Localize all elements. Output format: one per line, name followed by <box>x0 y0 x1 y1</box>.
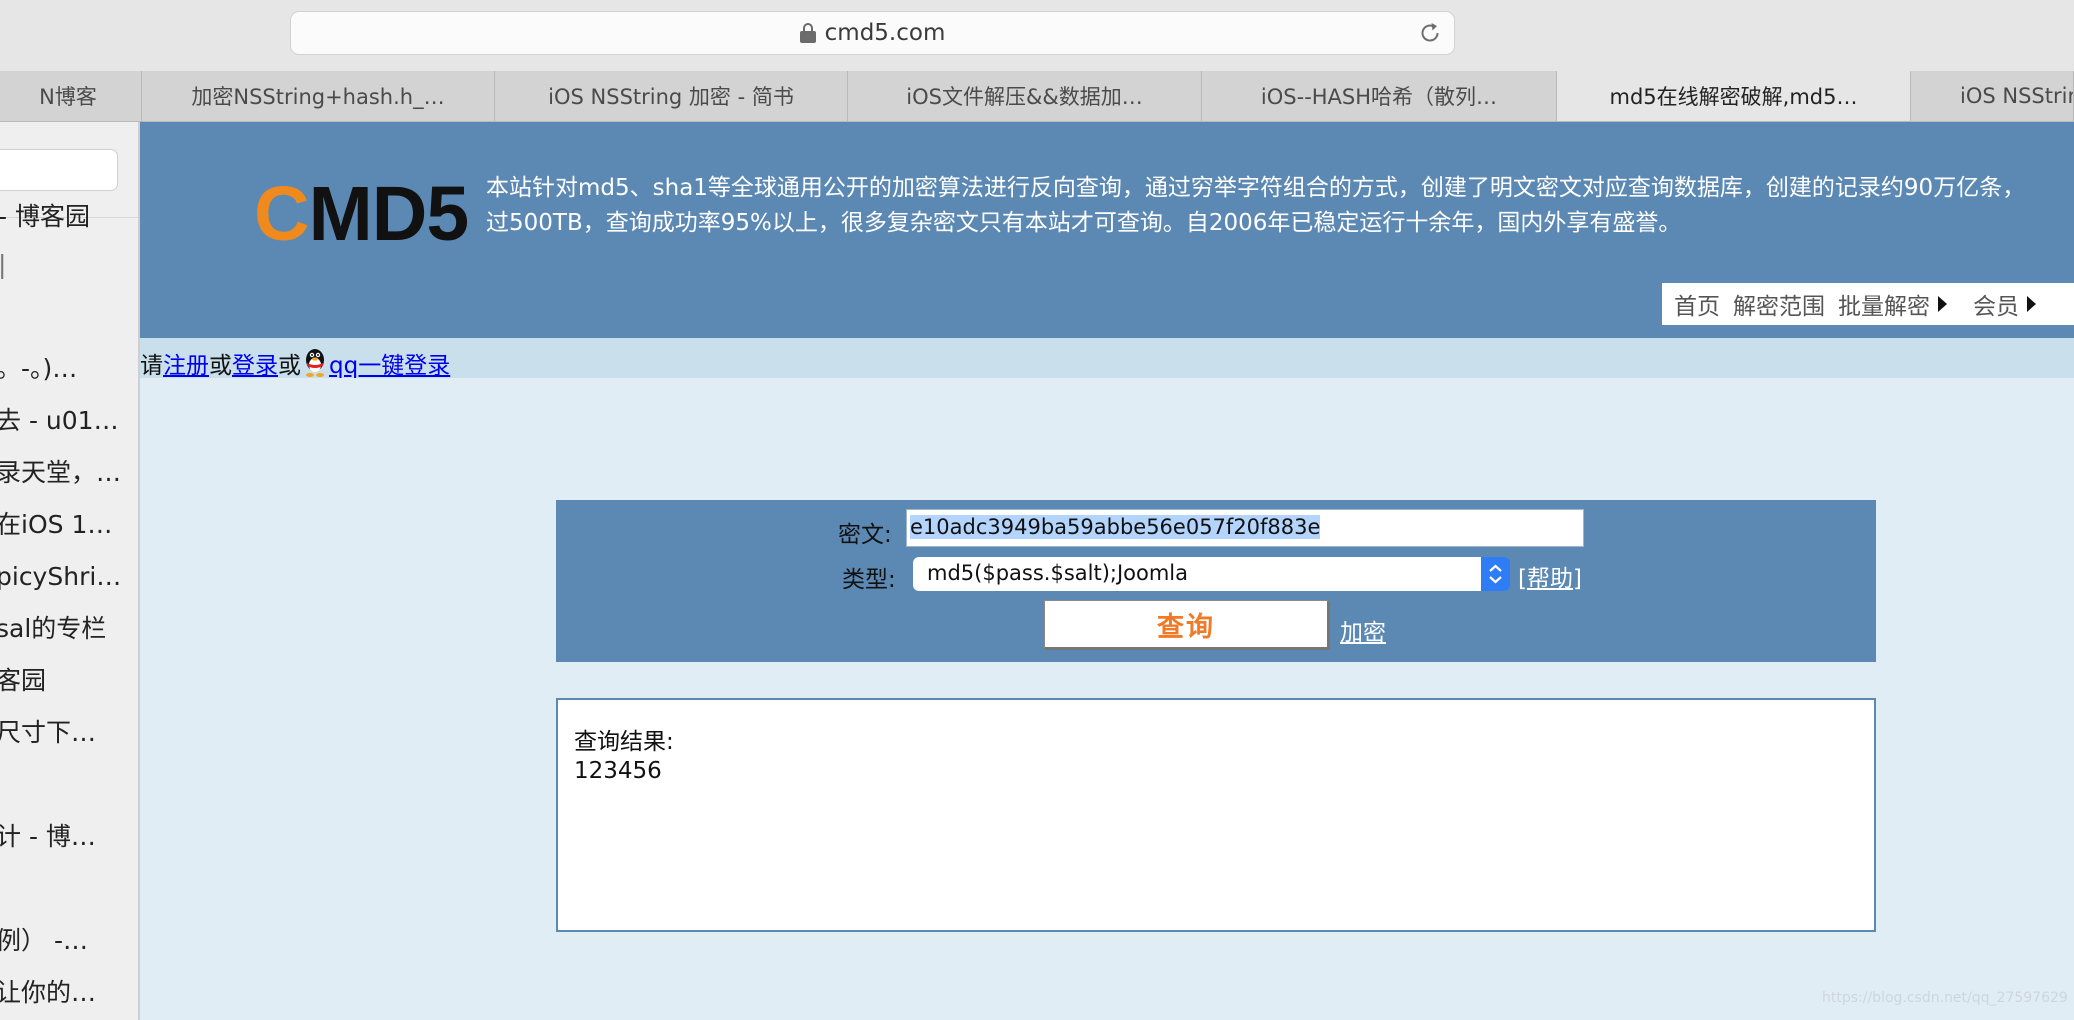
help-link[interactable]: [帮助] <box>1518 559 1582 593</box>
login-prefix: 请 <box>140 353 163 379</box>
result-label: 查询结果: <box>574 729 674 755</box>
nav-home[interactable]: 首页 <box>1674 287 1720 321</box>
logo-text: MD5 <box>308 171 470 257</box>
register-link[interactable]: 注册 <box>163 346 209 380</box>
sidebar-item[interactable]: | <box>0 250 136 280</box>
sidebar-item[interactable]: - 博客园 <box>0 202 136 232</box>
sidebar-item[interactable]: 尺寸下… <box>0 718 134 748</box>
qq-penguin-icon <box>306 349 324 377</box>
select-arrows-icon[interactable] <box>1481 557 1510 591</box>
reload-icon[interactable] <box>1418 21 1442 45</box>
sidebar-item[interactable]: 让你的… <box>0 978 134 1008</box>
cmd5-logo[interactable]: CMD5 <box>254 171 470 257</box>
sidebar-item[interactable]: 去 - u01… <box>0 406 134 436</box>
qq-login-link[interactable]: qq一键登录 <box>329 346 450 380</box>
triangle-right-icon <box>1938 296 1947 312</box>
lock-icon <box>799 23 816 43</box>
help-bracket: [ <box>1518 566 1527 592</box>
result-value: 123456 <box>574 758 662 784</box>
watermark: https://blog.csdn.net/qq_27597629 <box>1822 990 2068 1006</box>
browser-toolbar: cmd5.com <box>0 0 2074 72</box>
nav-home-label: 首页 <box>1674 294 1720 320</box>
sidebar: - 博客园 | 。-。)… 去 - u01… 录天堂，… 在iOS 1… pic… <box>0 122 140 1020</box>
tab-label: iOS NSString 加密 - 简书 <box>548 85 794 109</box>
triangle-right-icon <box>2027 296 2036 312</box>
encrypt-link[interactable]: 加密 <box>1340 613 1386 647</box>
tab[interactable]: iOS文件解压&&数据加… <box>848 71 1202 121</box>
sidebar-item[interactable]: 在iOS 1… <box>0 510 134 540</box>
url-text: cmd5.com <box>824 20 946 46</box>
query-button[interactable]: 查询 <box>1044 600 1330 650</box>
type-select[interactable]: md5($pass.$salt);Joomla <box>913 557 1509 591</box>
nav-member[interactable]: 会员 <box>1973 287 2036 321</box>
nav-member-label: 会员 <box>1973 294 2019 320</box>
logo-letter-c: C <box>254 171 310 257</box>
cipher-input[interactable]: e10adc3949ba59abbe56e057f20f883e <box>906 509 1584 547</box>
type-label: 类型: <box>842 567 896 593</box>
nav-batch[interactable]: 批量解密 <box>1838 287 1947 321</box>
tab-bar: N博客 加密NSString+hash.h_… iOS NSString 加密 … <box>0 71 2074 122</box>
query-button-label: 查询 <box>1157 611 1215 643</box>
help-bracket: ] <box>1572 566 1582 592</box>
tab-label: md5在线解密破解,md5… <box>1609 85 1858 109</box>
sidebar-item[interactable]: 例） -… <box>0 926 134 956</box>
tab-active[interactable]: md5在线解密破解,md5… <box>1557 71 1911 121</box>
tab-label: N博客 <box>39 85 97 109</box>
login-or: 或 <box>278 353 301 379</box>
tab[interactable]: iOS--HASH哈希（散列… <box>1202 71 1557 121</box>
nav-batch-label: 批量解密 <box>1838 294 1930 320</box>
help-text: 帮助 <box>1526 566 1573 592</box>
login-link[interactable]: 登录 <box>232 346 278 380</box>
cipher-value: e10adc3949ba59abbe56e057f20f883e <box>910 515 1321 539</box>
tab-label: iOS--HASH哈希（散列… <box>1260 85 1498 109</box>
tab[interactable]: iOS NSStrin <box>1911 71 2074 121</box>
tab-label: iOS NSStrin <box>1960 84 2074 108</box>
site-intro: 本站针对md5、sha1等全球通用公开的加密算法进行反向查询，通过穷举字符组合的… <box>486 171 2074 241</box>
login-or: 或 <box>209 353 232 379</box>
cipher-label: 密文: <box>838 522 892 548</box>
type-select-value: md5($pass.$salt);Joomla <box>927 561 1189 585</box>
address-bar[interactable]: cmd5.com <box>290 11 1455 55</box>
nav-scope-label: 解密范围 <box>1733 294 1825 320</box>
sidebar-search-input[interactable] <box>0 149 118 191</box>
sidebar-item[interactable]: sal的专栏 <box>0 614 134 644</box>
login-line: 请注册或登录或 qq一键登录 <box>140 346 450 380</box>
nav-scope[interactable]: 解密范围 <box>1733 287 1825 321</box>
intro-line-2: 过500TB，查询成功率95%以上，很多复杂密文只有本站才可查询。自2006年已… <box>486 210 1682 236</box>
intro-line-1: 本站针对md5、sha1等全球通用公开的加密算法进行反向查询，通过穷举字符组合的… <box>486 175 2026 201</box>
login-bar: 请注册或登录或 qq一键登录 <box>140 338 2074 380</box>
tab[interactable]: N博客 <box>0 71 142 121</box>
tab[interactable]: iOS NSString 加密 - 简书 <box>495 71 848 121</box>
tab-label: iOS文件解压&&数据加… <box>906 85 1143 109</box>
sidebar-item[interactable]: 。-。)… <box>0 354 134 384</box>
address-content: cmd5.com <box>291 12 1454 54</box>
tab-label: 加密NSString+hash.h_… <box>191 85 445 109</box>
sidebar-item[interactable]: 计 - 博… <box>0 822 134 852</box>
sidebar-item[interactable]: 客园 <box>0 666 134 696</box>
sidebar-item[interactable]: picyShri… <box>0 562 134 592</box>
result-box <box>556 698 1876 932</box>
tab[interactable]: 加密NSString+hash.h_… <box>142 71 495 121</box>
top-nav: 首页 解密范围 批量解密 会员 <box>1662 283 2074 325</box>
sidebar-item[interactable]: 录天堂，… <box>0 458 134 488</box>
